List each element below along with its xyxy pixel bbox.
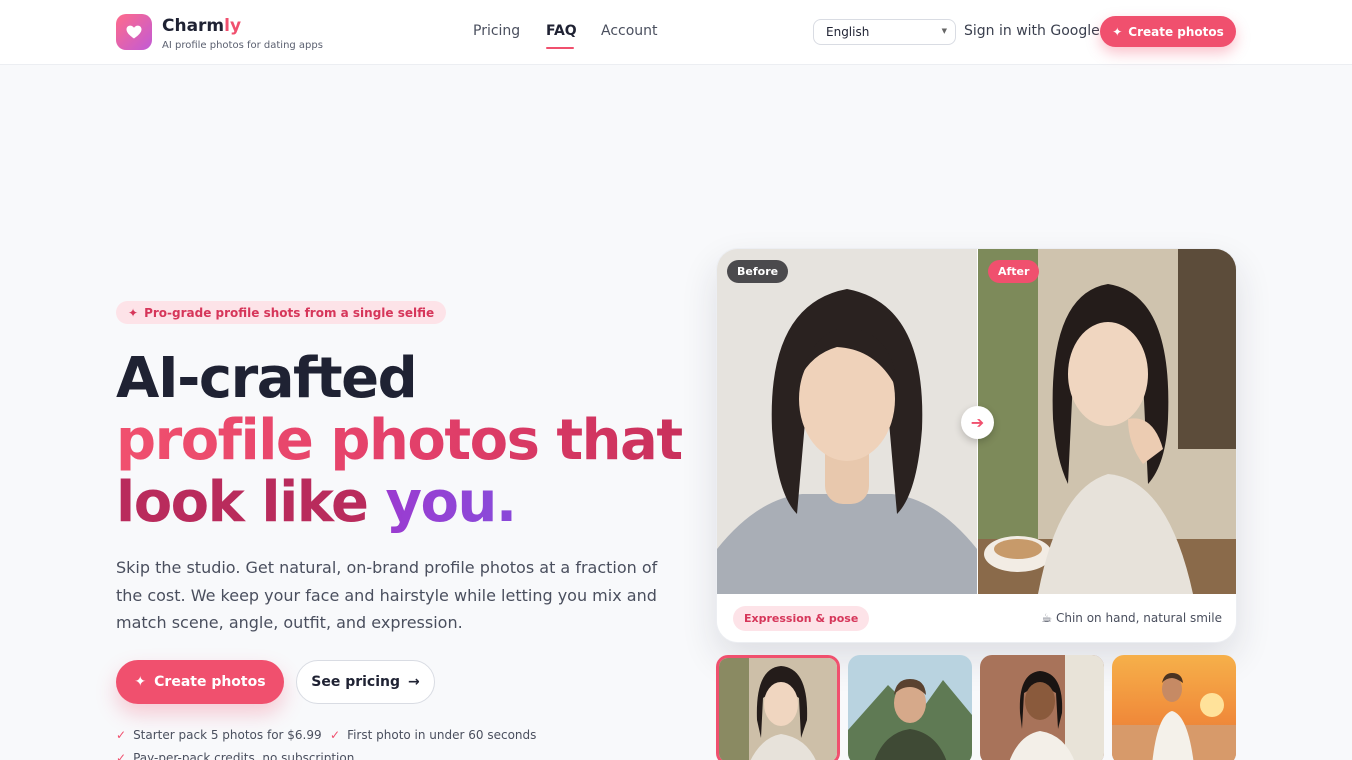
hero-pill-text: Pro-grade profile shots from a single se… xyxy=(144,305,435,320)
feature-check: ✓ Starter pack 5 photos for $6.99 xyxy=(116,728,322,742)
sparkle-icon: ✦ xyxy=(128,305,139,320)
before-portrait-image xyxy=(717,249,977,594)
after-portrait-image xyxy=(978,249,1236,594)
thumbnail-image xyxy=(719,658,837,760)
hero-title-line1: AI-crafted xyxy=(116,346,418,411)
charmly-logo[interactable] xyxy=(116,14,152,50)
feature-check: ✓ Pay-per-pack credits, no subscription xyxy=(116,751,354,760)
after-tag: After xyxy=(988,260,1040,283)
thumbnail-man-beach-sunset[interactable] xyxy=(1112,655,1236,760)
before-tag: Before xyxy=(727,260,789,283)
see-pricing-label: See pricing xyxy=(311,674,401,690)
nav-faq[interactable]: FAQ xyxy=(546,23,577,39)
language-selected: English xyxy=(826,25,870,39)
create-photos-label: Create photos xyxy=(154,674,266,690)
nav-active-indicator xyxy=(546,47,574,49)
feature-text: Pay-per-pack credits, no subscription xyxy=(133,751,355,760)
thumbnail-man-mountain[interactable] xyxy=(848,655,972,760)
sparkle-icon: ✦ xyxy=(134,674,147,690)
feature-text: First photo in under 60 seconds xyxy=(347,728,537,742)
card-footer: Expression & pose ☕ Chin on hand, natura… xyxy=(717,594,1236,642)
before-photo: Before xyxy=(717,249,977,594)
sign-in-google-link[interactable]: Sign in with Google xyxy=(964,23,1100,39)
hero-lead: Skip the studio. Get natural, on-brand p… xyxy=(116,558,658,632)
after-photo: After xyxy=(978,249,1236,594)
feature-check: ✓ First photo in under 60 seconds xyxy=(330,728,536,742)
hero-title-line3-b: you xyxy=(385,470,497,535)
thumbnail-image xyxy=(980,655,1104,760)
header-cta-label: Create photos xyxy=(1128,24,1224,39)
header-create-photos-button[interactable]: ✦ Create photos xyxy=(1100,16,1236,47)
thumbnail-woman-cafe[interactable] xyxy=(716,655,840,760)
style-badge[interactable]: Expression & pose xyxy=(733,606,870,631)
before-after-card: Before After ➔ Expression & pose ☕ Chin … xyxy=(716,248,1237,643)
hero-title-line2: profile photos that xyxy=(116,408,683,473)
thumbnail-woman-street[interactable] xyxy=(980,655,1104,760)
feature-text: Starter pack 5 photos for $6.99 xyxy=(133,728,322,742)
pose-caption: ☕ Chin on hand, natural smile xyxy=(1041,611,1222,625)
hero-title-line3-c: . xyxy=(495,470,517,535)
hero-pill: ✦ Pro-grade profile shots from a single … xyxy=(116,301,447,324)
check-icon: ✓ xyxy=(116,751,127,760)
brand-name[interactable]: Charmly xyxy=(162,16,241,36)
caret-down-icon: ▼ xyxy=(941,27,947,35)
sparkle-icon: ✦ xyxy=(1112,24,1123,39)
nav-pricing[interactable]: Pricing xyxy=(473,23,520,39)
site-header: Charmly AI profile photos for dating app… xyxy=(0,0,1352,65)
see-pricing-button[interactable]: See pricing → xyxy=(296,660,435,704)
heart-icon xyxy=(126,25,142,39)
hero-title-line3: look like you. xyxy=(116,470,517,535)
check-icon: ✓ xyxy=(116,728,127,742)
hero-title-line3-a: look like xyxy=(116,470,386,535)
thumbnail-image xyxy=(848,655,972,760)
brand-tagline: AI profile photos for dating apps xyxy=(162,40,323,51)
compare-arrow-icon: ➔ xyxy=(961,406,994,439)
thumbnail-image xyxy=(1112,655,1236,760)
arrow-right-icon: → xyxy=(408,674,420,690)
language-select[interactable]: English ▼ xyxy=(813,19,956,45)
check-icon: ✓ xyxy=(330,728,341,742)
nav-account[interactable]: Account xyxy=(601,23,658,39)
create-photos-button[interactable]: ✦ Create photos xyxy=(116,660,284,704)
